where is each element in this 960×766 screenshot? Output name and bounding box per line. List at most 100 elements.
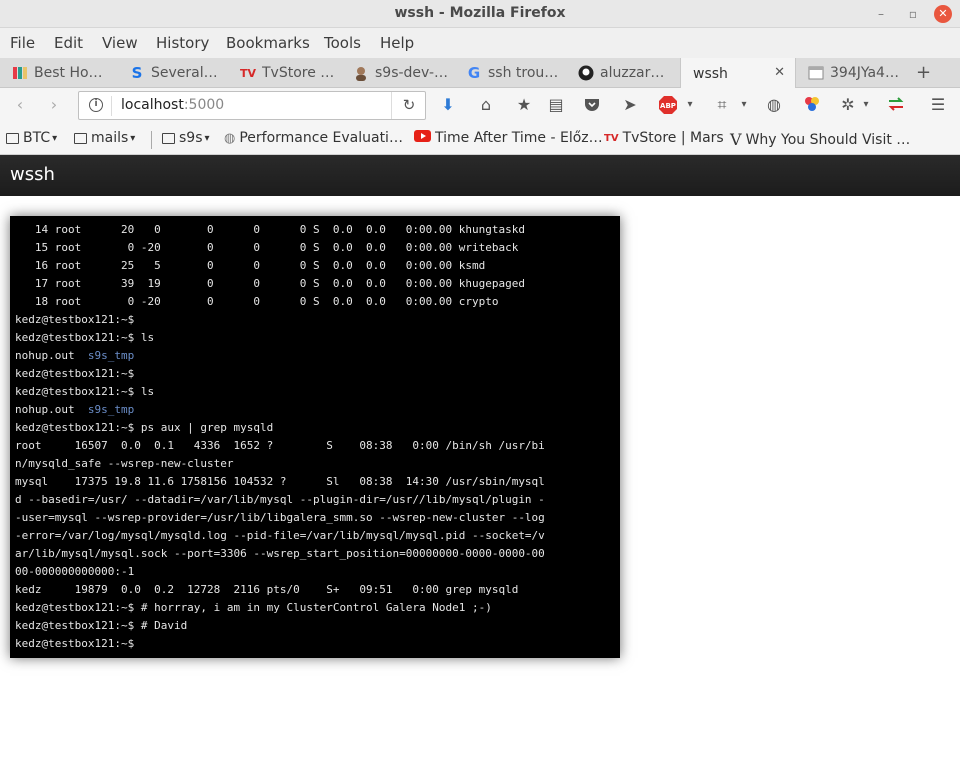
tab-s9s-dev[interactable]: s9s-dev-… xyxy=(341,58,453,88)
pocket-icon[interactable] xyxy=(582,95,602,115)
terminal-line: kedz@testbox121:~$ ps aux | grep mysqld xyxy=(15,419,615,437)
tab-tvstore[interactable]: TV TvStore … xyxy=(228,58,340,88)
menu-tools[interactable]: Tools xyxy=(324,34,361,52)
terminal-line: kedz@testbox121:~$ xyxy=(15,311,615,329)
avatar-icon xyxy=(353,65,369,81)
window-titlebar: wssh - Mozilla Firefox – ▫ ✕ xyxy=(0,0,960,28)
svg-text:ABP: ABP xyxy=(660,102,676,110)
terminal-line-text: kedz@testbox121:~$ ls xyxy=(15,385,155,398)
terminal-line: kedz@testbox121:~$ ls xyxy=(15,329,615,347)
terminal-line: 15 root 0 -20 0 0 0 S 0.0 0.0 0:00.00 wr… xyxy=(15,239,615,257)
s-logo-icon: S xyxy=(131,64,143,82)
menu-bar: File Edit View History Bookmarks Tools H… xyxy=(0,28,960,58)
hamburger-menu-icon[interactable]: ☰ xyxy=(928,95,948,115)
bookmark-folder-mails[interactable]: mails ▾ xyxy=(74,130,135,146)
bookmark-star-icon[interactable]: ★ xyxy=(514,95,534,115)
tab-label: TvStore … xyxy=(262,65,335,81)
terminal-line: n/mysqld_safe --wsrep-new-cluster xyxy=(15,455,615,473)
colorful-favicon-icon xyxy=(12,65,28,81)
extension-bug-icon[interactable]: ✲ xyxy=(838,95,858,115)
terminal-line: 16 root 25 5 0 0 0 S 0.0 0.0 0:00.00 ksm… xyxy=(15,257,615,275)
terminal-line-text: 17 root 39 19 0 0 0 S 0.0 0.0 0:00.00 kh… xyxy=(15,277,525,290)
forward-arrow-icon[interactable]: › xyxy=(44,95,64,115)
terminal-line-text: -error=/var/log/mysql/mysqld.log --pid-f… xyxy=(15,529,545,542)
tab-bar: Best Ho… S Several… TV TvStore … s9s-dev… xyxy=(0,58,960,89)
terminal-line-text: kedz@testbox121:~$ ls xyxy=(15,331,155,344)
reload-icon[interactable]: ↻ xyxy=(391,92,426,119)
app-header: wssh xyxy=(0,155,960,196)
terminal-line: kedz 19879 0.0 0.2 12728 2116 pts/0 S+ 0… xyxy=(15,581,615,599)
terminal-line-text: d --basedir=/usr/ --datadir=/var/lib/mys… xyxy=(15,493,545,506)
folder-icon xyxy=(162,132,175,144)
terminal-window[interactable]: 14 root 20 0 0 0 0 S 0.0 0.0 0:00.00 khu… xyxy=(10,216,620,658)
chevron-down-icon[interactable]: ▾ xyxy=(734,95,754,115)
terminal-line: ar/lib/mysql/mysql.sock --port=3306 --ws… xyxy=(15,545,615,563)
maximize-icon[interactable]: ▫ xyxy=(905,6,921,22)
close-tab-icon[interactable]: ✕ xyxy=(774,65,785,80)
color-dots-icon[interactable] xyxy=(802,95,822,115)
terminal-line-text: kedz@testbox121:~$ xyxy=(15,313,135,326)
new-tab-plus-icon[interactable]: + xyxy=(916,62,931,83)
back-arrow-icon[interactable]: ‹ xyxy=(10,95,30,115)
tab-several[interactable]: S Several… xyxy=(117,58,229,88)
menu-file[interactable]: File xyxy=(10,34,35,52)
menu-history[interactable]: History xyxy=(156,34,209,52)
menu-view[interactable]: View xyxy=(102,34,138,52)
terminal-line-text: kedz 19879 0.0 0.2 12728 2116 pts/0 S+ 0… xyxy=(15,583,519,596)
menu-help[interactable]: Help xyxy=(380,34,414,52)
terminal-line: kedz@testbox121:~$ xyxy=(15,635,615,653)
chevron-down-icon: ▾ xyxy=(52,132,58,144)
site-info-icon[interactable]: i xyxy=(89,98,103,112)
terminal-line-text: 14 root 20 0 0 0 0 S 0.0 0.0 0:00.00 khu… xyxy=(15,223,525,236)
tvstore-icon: TV xyxy=(239,66,257,80)
bookmark-time-after-time[interactable]: Time After Time - Előz… xyxy=(414,130,603,146)
close-window-icon[interactable]: ✕ xyxy=(934,5,952,23)
tab-394jya4[interactable]: 394JYa4… xyxy=(796,58,908,88)
bookmark-why-visit[interactable]: V Why You Should Visit … xyxy=(730,130,910,149)
tab-label: wssh xyxy=(693,65,728,82)
folder-icon xyxy=(74,132,87,144)
chevron-down-icon[interactable]: ▾ xyxy=(856,95,876,115)
terminal-line: d --basedir=/usr/ --datadir=/var/lib/mys… xyxy=(15,491,615,509)
app-brand[interactable]: wssh xyxy=(10,164,55,185)
tab-label: aluzzar… xyxy=(600,65,665,81)
tab-best-ho[interactable]: Best Ho… xyxy=(0,58,112,88)
terminal-line-text: kedz@testbox121:~$ # horrray, i am in my… xyxy=(15,601,492,614)
menu-edit[interactable]: Edit xyxy=(54,34,83,52)
terminal-line-text: kedz@testbox121:~$ # David xyxy=(15,619,188,632)
tab-wssh[interactable]: wssh ✕ xyxy=(680,58,796,89)
globe-icon: ◍ xyxy=(224,130,236,146)
home-icon[interactable]: ⌂ xyxy=(476,95,496,115)
terminal-line: kedz@testbox121:~$ # horrray, i am in my… xyxy=(15,599,615,617)
bookmarks-separator xyxy=(151,131,152,149)
tab-label: Several… xyxy=(151,65,218,81)
tab-aluzzar[interactable]: aluzzar… xyxy=(566,58,678,88)
tab-label: 394JYa4… xyxy=(830,65,899,81)
terminal-line-text: n/mysqld_safe --wsrep-new-cluster xyxy=(15,457,234,470)
chevron-down-icon: ▾ xyxy=(204,132,210,144)
youtube-icon xyxy=(414,130,431,146)
send-icon[interactable]: ➤ xyxy=(620,95,640,115)
globe-icon[interactable]: ◍ xyxy=(764,95,784,115)
chevron-down-icon[interactable]: ▾ xyxy=(680,95,700,115)
menu-bookmarks[interactable]: Bookmarks xyxy=(226,34,310,52)
terminal-line: 18 root 0 -20 0 0 0 S 0.0 0.0 0:00.00 cr… xyxy=(15,293,615,311)
minimize-icon[interactable]: – xyxy=(873,6,889,22)
adblock-icon[interactable]: ABP xyxy=(658,95,678,115)
bookmark-tvstore[interactable]: TV TvStore | Mars xyxy=(604,130,724,146)
tvstore-icon: TV xyxy=(604,132,619,144)
url-text[interactable]: localhost:5000 xyxy=(121,97,224,113)
terminal-line: kedz@testbox121:~$ xyxy=(15,365,615,383)
bookmark-folder-s9s[interactable]: s9s ▾ xyxy=(162,130,210,146)
terminal-line-text: 15 root 0 -20 0 0 0 S 0.0 0.0 0:00.00 wr… xyxy=(15,241,519,254)
bookmark-performance[interactable]: ◍ Performance Evaluati… xyxy=(224,130,403,146)
library-icon[interactable]: ▤ xyxy=(546,95,566,115)
bookmark-folder-btc[interactable]: BTC ▾ xyxy=(6,130,57,146)
downloads-icon[interactable]: ⬇ xyxy=(438,95,458,115)
window-title: wssh - Mozilla Firefox xyxy=(394,5,566,21)
sync-arrows-icon[interactable] xyxy=(886,95,906,115)
terminal-line-text: kedz@testbox121:~$ xyxy=(15,367,135,380)
crop-icon[interactable]: ⌗ xyxy=(712,95,732,115)
url-bar[interactable]: i localhost:5000 ↻ xyxy=(78,91,426,120)
tab-ssh-trou[interactable]: G ssh trou… xyxy=(454,58,566,88)
